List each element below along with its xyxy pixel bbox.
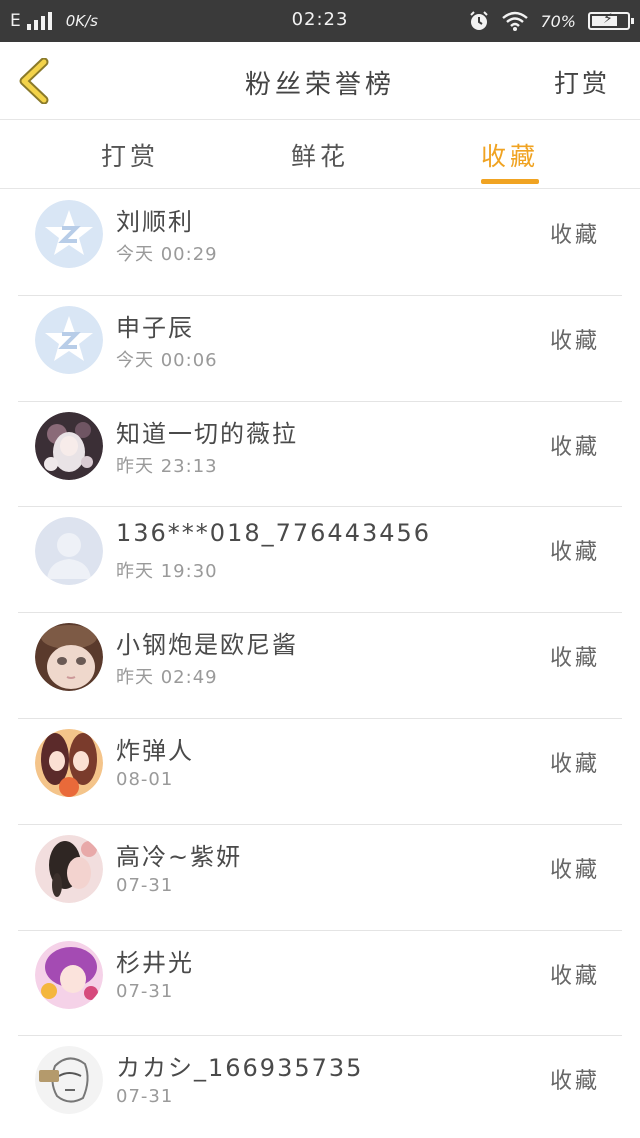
fan-time: 07-31	[116, 874, 174, 896]
fan-action: 收藏	[549, 328, 600, 354]
fan-name: 炸弹人	[116, 736, 194, 765]
list-item[interactable]: 申子辰 今天 00:06 收藏	[18, 296, 622, 402]
fan-time: 07-31	[116, 1086, 174, 1108]
braided-girl-avatar	[35, 834, 103, 903]
page-header: 粉丝荣誉榜 打赏	[0, 42, 640, 120]
alarm-icon	[470, 11, 489, 30]
fan-time: 昨天 19:30	[116, 561, 218, 583]
list-item[interactable]: 杉井光 07-31 收藏	[18, 931, 622, 1037]
reward-button[interactable]: 打赏	[554, 64, 610, 100]
status-bar: E 0K/s 02:23 70% ⚡	[0, 0, 640, 42]
list-item[interactable]: 知道一切的薇拉 昨天 23:13 收藏	[18, 402, 622, 508]
fan-name: カカシ_166935735	[116, 1054, 364, 1083]
fan-name: 高冷~紫妍	[116, 842, 243, 871]
tab-bar: 打赏 鲜花 收藏	[0, 121, 640, 189]
fan-name: 杉井光	[116, 948, 194, 977]
fan-list: 刘顺利 今天 00:29 收藏 申子辰 今天 00:06 收藏 知道一切的薇拉 …	[18, 190, 622, 1138]
tab-favorites[interactable]: 收藏	[450, 137, 570, 173]
wifi-icon	[502, 11, 529, 31]
tab-reward[interactable]: 打赏	[70, 137, 190, 173]
default-qq-star-avatar	[35, 200, 103, 268]
list-item[interactable]: カカシ_166935735 07-31 收藏	[18, 1036, 622, 1138]
list-item[interactable]: 高冷~紫妍 07-31 收藏	[18, 825, 622, 931]
fan-time: 昨天 23:13	[116, 455, 218, 477]
fan-name: 刘顺利	[116, 208, 194, 236]
purple-hair-anime-avatar	[35, 940, 103, 1009]
default-qq-star-avatar	[35, 305, 103, 374]
fan-action: 收藏	[549, 963, 600, 989]
fan-time: 08-01	[116, 768, 174, 790]
fan-name: 知道一切的薇拉	[116, 419, 298, 448]
anime-twins-avatar	[35, 728, 103, 797]
sketch-character-avatar	[35, 1046, 103, 1115]
fan-name: 136***018_776443456	[116, 519, 432, 548]
doll-face-avatar	[35, 623, 103, 692]
list-item[interactable]: 136***018_776443456 昨天 19:30 收藏	[18, 507, 622, 614]
default-person-avatar	[35, 517, 103, 586]
fan-action: 收藏	[549, 434, 600, 460]
anime-girl-avatar	[35, 411, 103, 480]
page-title: 粉丝荣誉榜	[244, 70, 395, 100]
fan-time: 今天 00:29	[116, 244, 218, 265]
fan-action: 收藏	[549, 857, 600, 883]
fan-name: 小钢炮是欧尼酱	[116, 631, 298, 660]
active-tab-indicator	[481, 179, 539, 184]
battery-icon: ⚡	[588, 11, 634, 30]
fan-action: 收藏	[549, 223, 600, 248]
battery-percent: 70%	[540, 11, 576, 31]
fan-action: 收藏	[549, 751, 600, 777]
fan-time: 07-31	[116, 980, 174, 1002]
fan-name: 申子辰	[116, 313, 194, 342]
fan-action: 收藏	[549, 540, 600, 566]
list-item[interactable]: 炸弹人 08-01 收藏	[18, 719, 622, 825]
list-item[interactable]: 刘顺利 今天 00:29 收藏	[18, 190, 622, 296]
list-item[interactable]: 小钢炮是欧尼酱 昨天 02:49 收藏	[18, 613, 622, 719]
fan-time: 昨天 02:49	[116, 667, 218, 689]
tab-flowers[interactable]: 鲜花	[260, 137, 380, 173]
fan-time: 今天 00:06	[116, 349, 218, 371]
fan-action: 收藏	[549, 646, 600, 672]
status-right: 70% ⚡	[468, 8, 634, 34]
fan-action: 收藏	[549, 1069, 600, 1095]
